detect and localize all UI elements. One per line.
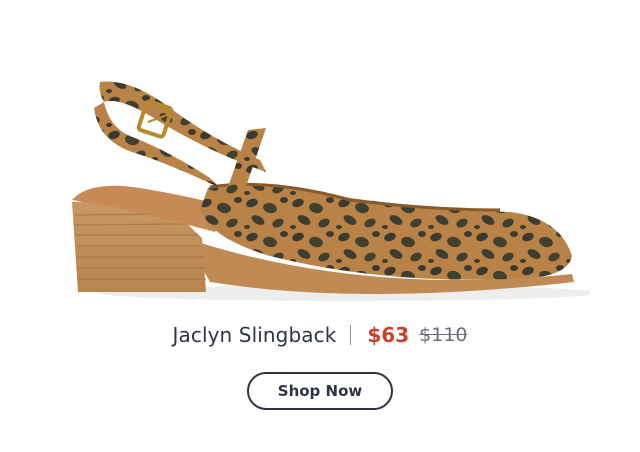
product-name[interactable]: Jaclyn Slingback [173, 323, 337, 347]
price-divider [350, 325, 352, 345]
original-price: $110 [419, 324, 468, 346]
product-image[interactable] [60, 60, 600, 310]
sale-price: $63 [367, 323, 410, 347]
leopard-slingback-shoe-illustration [72, 81, 600, 301]
product-info-row: Jaclyn Slingback $63 $110 [0, 318, 640, 352]
shop-now-button[interactable]: Shop Now [247, 372, 393, 410]
